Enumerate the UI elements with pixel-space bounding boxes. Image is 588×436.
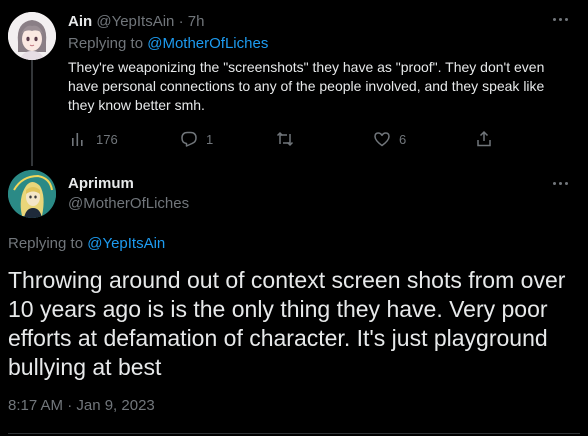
divider [8, 433, 580, 434]
author-name[interactable]: Ain [68, 13, 92, 30]
retweet-button[interactable] [276, 128, 302, 150]
parent-tweet-header: Ain @YepItsAin · 7h [68, 13, 204, 31]
more-options-icon[interactable] [550, 178, 570, 188]
reply-icon [181, 131, 197, 147]
replying-to-label: Replying to [8, 235, 88, 252]
author-handle[interactable]: @MotherOfLiches [68, 195, 189, 213]
anime-avatar-icon [8, 12, 56, 60]
views-button[interactable]: 176 [70, 128, 118, 150]
tweet-thread: Ain @YepItsAin · 7h Replying to @MotherO… [0, 0, 588, 436]
separator-dot: · [178, 13, 184, 30]
avatar[interactable] [8, 170, 56, 218]
tweet-text: They're weaponizing the "screenshots" th… [68, 59, 545, 113]
tweet-timestamp[interactable]: 8:17 AM · Jan 9, 2023 [8, 397, 155, 415]
illustrated-avatar-icon [8, 170, 56, 218]
reply-button[interactable]: 1 [180, 128, 213, 150]
replying-to-label: Replying to [68, 35, 148, 52]
reply-count: 1 [206, 131, 214, 147]
avatar[interactable] [8, 12, 56, 60]
like-count: 6 [399, 131, 407, 147]
author-name[interactable]: Aprimum [68, 175, 134, 193]
thread-connector-line [31, 60, 33, 166]
replying-to-line: Replying to @MotherOfLiches [68, 35, 268, 53]
replying-to-line: Replying to @YepItsAin [8, 235, 165, 253]
heart-icon [374, 132, 390, 147]
share-button[interactable] [475, 128, 493, 150]
tweet-actions: 176 1 6 [68, 128, 568, 150]
more-options-icon[interactable] [550, 14, 570, 24]
share-icon [477, 130, 491, 147]
like-button[interactable]: 6 [373, 128, 406, 150]
replying-to-link[interactable]: @MotherOfLiches [147, 35, 268, 52]
tweet-text: Throwing around out of context screen sh… [8, 267, 566, 380]
replying-to-link[interactable]: @YepItsAin [87, 235, 165, 252]
author-handle[interactable]: @YepItsAin [96, 13, 174, 30]
views-count: 176 [96, 131, 118, 147]
tweet-time[interactable]: 7h [188, 13, 205, 30]
analytics-icon [72, 133, 83, 146]
retweet-icon [276, 131, 294, 147]
parent-tweet[interactable]: Ain @YepItsAin · 7h Replying to @MotherO… [0, 0, 588, 166]
